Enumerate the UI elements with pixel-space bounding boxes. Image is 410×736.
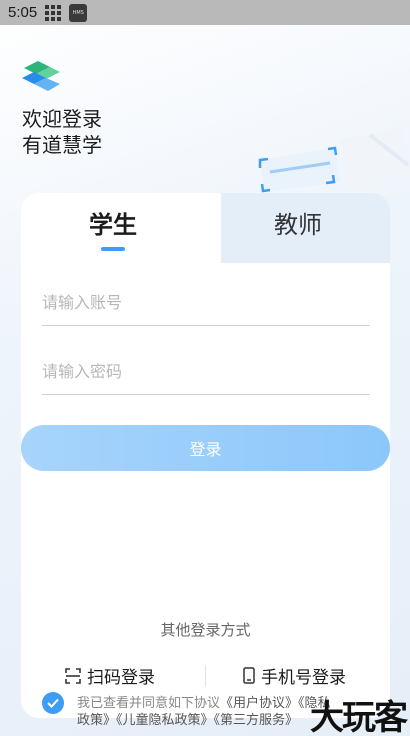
alt-login-divider (205, 665, 206, 687)
login-card: 学生 教师 登录 其他登录方式 扫码登录 手机号登录 (21, 193, 390, 718)
agreement-line2-links[interactable]: 政策》《儿童隐私政策》《第三方服务》 (77, 713, 298, 728)
login-form: 登录 其他登录方式 扫码登录 手机号登录 (21, 263, 390, 718)
app-grid-icon (45, 4, 62, 21)
password-input[interactable] (42, 349, 370, 395)
agree-checkbox[interactable] (42, 692, 64, 714)
agreement-text: 我已查看并同意如下协议《用户协议》《隐私 政策》《儿童隐私政策》《第三方服务》 (77, 695, 347, 729)
phone-login-button[interactable]: 手机号登录 (243, 663, 346, 688)
login-button[interactable]: 登录 (21, 425, 390, 471)
check-icon (47, 698, 59, 708)
welcome-text: 欢迎登录 有道慧学 (22, 106, 102, 158)
watermark-text: 大玩客 (310, 698, 408, 736)
tab-teacher[interactable]: 教师 (274, 205, 322, 245)
user-agreement-link[interactable]: 《用户协议》 (220, 696, 298, 711)
account-input[interactable] (42, 280, 370, 326)
tab-student[interactable]: 学生 (89, 205, 137, 245)
qr-login-label: 扫码登录 (87, 668, 155, 688)
alt-login-row: 扫码登录 手机号登录 (21, 663, 390, 691)
other-login-title: 其他登录方式 (160, 621, 251, 639)
hms-icon: HMS (69, 3, 88, 22)
app-logo-icon (22, 61, 60, 91)
agreement-prefix: 我已查看并同意如下协议 (77, 696, 221, 711)
app-name: 有道慧学 (22, 133, 102, 157)
phone-login-label: 手机号登录 (261, 668, 346, 688)
qr-login-button[interactable]: 扫码登录 (65, 663, 155, 688)
phone-icon (243, 667, 255, 684)
scan-icon (65, 667, 81, 684)
welcome-line1: 欢迎登录 (22, 107, 102, 131)
status-time: 5:05 (8, 4, 38, 21)
tab-active-indicator (101, 247, 125, 251)
status-bar: 5:05 HMS (0, 0, 410, 25)
